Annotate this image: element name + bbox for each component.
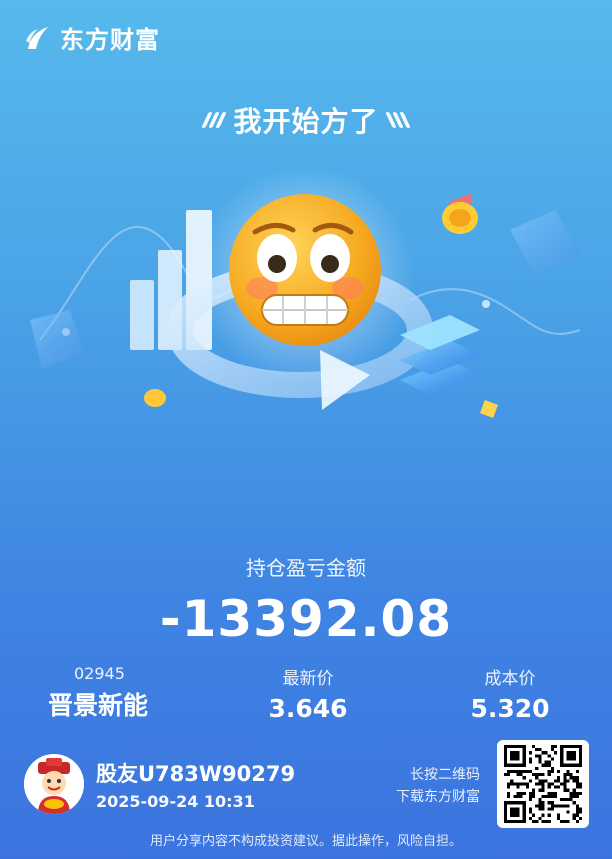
qr-hint-line2: 下载东方财富 xyxy=(396,789,480,805)
brand-name: 东方财富 xyxy=(60,26,160,54)
eastmoney-logo-icon xyxy=(26,26,48,49)
stock-code: 02945 xyxy=(74,664,125,683)
coin-icon xyxy=(480,400,498,418)
headline-text: 我开始方了 xyxy=(233,105,379,138)
decor-cube-right xyxy=(510,210,580,275)
avatar xyxy=(24,754,84,814)
latest-price-block: 最新价 3.646 xyxy=(258,664,358,723)
latest-price-value: 3.646 xyxy=(268,694,348,723)
decor-slashes-right xyxy=(384,112,411,128)
pnl-amount: -13392.08 xyxy=(159,590,453,648)
decor-slashes-left xyxy=(201,112,228,128)
chart-dot xyxy=(482,300,490,308)
share-datetime: 2025-09-24 10:31 xyxy=(96,792,255,811)
disclaimer: 用户分享内容不构成投资建议。据此操作，风险自担。 xyxy=(149,834,462,849)
coin-icon xyxy=(144,389,166,407)
cost-price-value: 5.320 xyxy=(470,694,550,723)
qr-code-icon xyxy=(504,745,582,823)
brand-logo: 东方财富 xyxy=(22,20,160,55)
qr-code[interactable] xyxy=(497,740,589,828)
cost-price-block: 成本价 5.320 xyxy=(460,664,560,723)
headline: 我开始方了 xyxy=(0,100,612,140)
qr-hint-line1: 长按二维码 xyxy=(410,767,480,783)
cost-price-label: 成本价 xyxy=(484,669,536,689)
username: 股友U783W90279 xyxy=(96,762,296,786)
illustration xyxy=(30,170,581,418)
decor-cube-left xyxy=(30,310,85,368)
latest-price-label: 最新价 xyxy=(282,669,334,689)
pnl-label: 持仓盈亏金额 xyxy=(246,556,366,580)
qr-hint: 长按二维码 下载东方财富 xyxy=(396,764,480,808)
bar-block xyxy=(130,280,154,350)
fortune-god-avatar-icon xyxy=(24,754,84,814)
stock-name: 晋景新能 xyxy=(48,691,149,720)
grimacing-emoji-icon xyxy=(229,194,381,346)
